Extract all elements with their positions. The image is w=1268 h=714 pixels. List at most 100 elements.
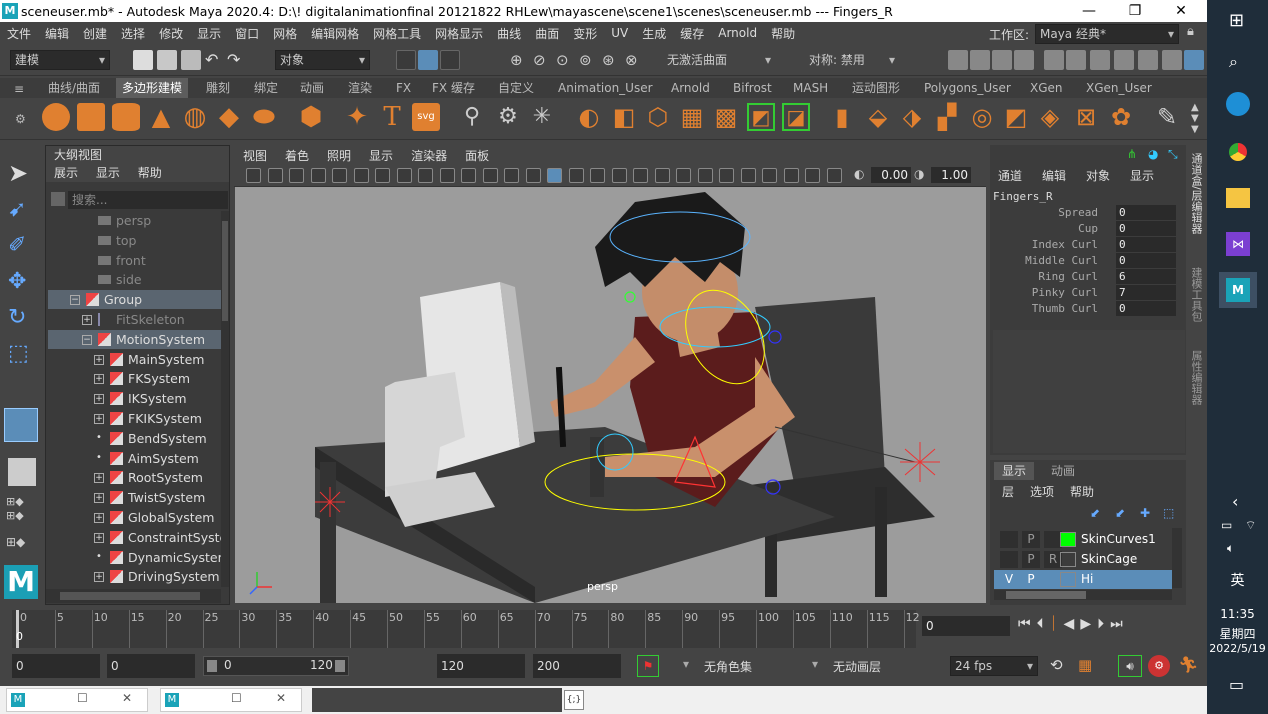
volume-icon[interactable]: 🔈︎	[1227, 541, 1234, 556]
menu-windows[interactable]: 窗口	[228, 25, 266, 42]
tab-curves-surfaces[interactable]: 曲线/曲面	[42, 78, 106, 98]
tab-rigging[interactable]: 绑定	[248, 78, 284, 98]
minimize-button[interactable]: —	[1066, 0, 1112, 22]
super-shape-icon[interactable]: ✦	[343, 103, 371, 131]
menu-uv[interactable]: UV	[604, 26, 635, 40]
layer-v-scrollbar[interactable]	[1172, 528, 1182, 588]
combine-icon[interactable]: ◐	[575, 103, 603, 131]
viewport-menu-shading[interactable]: 着色	[276, 147, 318, 164]
outliner-item[interactable]: − Group	[48, 290, 221, 310]
default-material-icon[interactable]	[590, 168, 605, 183]
layer-row[interactable]: P SkinCurves1	[994, 530, 1172, 549]
snap-surface-icon[interactable]: ⊛	[602, 50, 622, 70]
safe-action-icon[interactable]	[482, 168, 498, 183]
light-editor-icon[interactable]	[1090, 50, 1110, 70]
snap-view-plane-icon[interactable]: ⊚	[579, 50, 599, 70]
tool-settings-toggle-icon[interactable]	[1138, 50, 1158, 70]
channel-box-toggle-icon[interactable]	[1162, 50, 1182, 70]
use-lights-icon[interactable]	[633, 168, 648, 183]
gamma-icon[interactable]: ◑	[914, 167, 932, 183]
expand-icon[interactable]: +	[94, 572, 104, 583]
playback-start-field[interactable]: 0	[107, 654, 195, 678]
minimized-window-1[interactable]: M ☐ ✕	[6, 688, 148, 712]
film-gate-icon[interactable]	[396, 168, 412, 183]
smooth-shade-icon[interactable]	[547, 168, 562, 183]
expand-icon[interactable]: +	[94, 473, 104, 484]
poly-svg-icon[interactable]: svg	[412, 103, 440, 131]
redo-icon[interactable]: ↷	[227, 50, 247, 70]
file-explorer-icon[interactable]	[1226, 188, 1250, 208]
layer-h-scrollbar[interactable]	[994, 590, 1172, 600]
tab-fx-caching[interactable]: FX 缓存	[426, 78, 481, 98]
hypershade-icon[interactable]	[1044, 50, 1064, 70]
menu-mesh-tools[interactable]: 网格工具	[366, 25, 428, 42]
bevel-icon[interactable]: ⬙	[864, 103, 892, 131]
menu-select[interactable]: 选择	[114, 25, 152, 42]
new-layer-icon[interactable]: ✚	[1140, 506, 1150, 520]
tab-arnold[interactable]: Arnold	[665, 78, 716, 98]
notification-icon[interactable]: ▭	[1229, 675, 1244, 694]
collapse-icon[interactable]: −	[70, 295, 80, 306]
layer-visibility-toggle[interactable]	[1000, 551, 1018, 568]
outliner-item[interactable]: • DynamicSystem	[48, 548, 221, 567]
outliner-h-scrollbar[interactable]	[46, 589, 221, 603]
paint-select-tool-icon[interactable]: ✐	[8, 233, 26, 258]
outliner-item[interactable]: persp	[48, 211, 221, 230]
tab-rendering[interactable]: 渲染	[342, 78, 378, 98]
menu-display[interactable]: 显示	[190, 25, 228, 42]
shadows-icon[interactable]	[654, 168, 670, 183]
expand-icon[interactable]: +	[94, 493, 104, 504]
menu-edit[interactable]: 编辑	[38, 25, 76, 42]
expand-icon[interactable]: +	[94, 532, 104, 543]
side-tab-modeling-toolkit[interactable]: 建模工具包	[1190, 267, 1204, 322]
collapse-icon[interactable]: −	[82, 334, 92, 345]
sound-icon[interactable]: 🔊︎	[1118, 655, 1142, 677]
mirror-icon[interactable]: ◩	[747, 103, 775, 131]
outliner-item[interactable]: + RootSystem	[48, 468, 221, 487]
channel-attribute-row[interactable]: Middle Curl 0	[990, 253, 1186, 269]
menu-set-dropdown[interactable]: 建模	[10, 50, 110, 70]
expand-icon[interactable]: •	[94, 452, 104, 464]
image-plane-icon[interactable]	[310, 168, 326, 183]
poly-cube-icon[interactable]	[77, 103, 105, 131]
layer-move-up-icon[interactable]: ⬋	[1090, 506, 1100, 520]
menu-mesh-display[interactable]: 网格显示	[428, 25, 490, 42]
new-scene-icon[interactable]	[133, 50, 153, 70]
layer-visibility-toggle[interactable]: V	[1000, 571, 1018, 588]
cache-icon[interactable]: ▦	[1078, 656, 1092, 674]
channel-attribute-value[interactable]: 6	[1116, 269, 1176, 284]
boolean-icon[interactable]: ▩	[712, 103, 740, 131]
poly-sphere-icon[interactable]	[42, 103, 70, 131]
move-tool-icon[interactable]: ✥	[8, 269, 26, 294]
loop-icon[interactable]: ⟲	[1050, 656, 1063, 674]
xray-joints-icon[interactable]	[805, 168, 820, 183]
select-tool-icon[interactable]: ➤	[8, 159, 28, 187]
motion-blur-icon[interactable]	[697, 168, 713, 183]
menu-file[interactable]: 文件	[0, 25, 38, 42]
anim-layer-dropdown[interactable]: 无动画层	[833, 658, 881, 675]
viewport-menu-renderer[interactable]: 渲染器	[402, 147, 456, 164]
outliner-v-scrollbar[interactable]	[221, 211, 229, 587]
side-tab-attribute-editor[interactable]: 属性编辑器	[1190, 350, 1204, 405]
sweep-mesh-icon[interactable]: ⚙︎	[494, 103, 522, 131]
snap-point-icon[interactable]: ⊙	[556, 50, 576, 70]
channel-menu-show[interactable]: 显示	[1130, 167, 1154, 184]
select-camera-icon[interactable]	[246, 168, 261, 183]
character-icon[interactable]: 🏃︎	[1178, 655, 1198, 674]
close-icon[interactable]: ✕	[122, 691, 132, 705]
anti-aliasing-icon[interactable]	[719, 168, 734, 183]
tab-xgen[interactable]: XGen	[1024, 78, 1069, 98]
outliner-item[interactable]: + IKSystem	[48, 389, 221, 408]
layer-menu-layers[interactable]: 层	[1002, 483, 1014, 500]
layer-color-swatch[interactable]	[1060, 572, 1076, 587]
layer-row[interactable]: P R SkinCage	[994, 550, 1172, 569]
uv-tool-icon[interactable]: ✳︎	[528, 103, 556, 131]
resolution-gate-icon[interactable]	[418, 168, 433, 183]
chrome-icon[interactable]	[1226, 140, 1250, 164]
outliner-item[interactable]: • BendSystem	[48, 429, 221, 448]
tab-poly-modeling[interactable]: 多边形建模	[116, 78, 189, 98]
expand-icon[interactable]: •	[94, 551, 104, 563]
layer-color-swatch[interactable]	[1060, 532, 1076, 547]
shelf-menu-icon[interactable]: ≡	[14, 82, 24, 96]
outliner-menu-show[interactable]: 展示	[54, 166, 78, 180]
